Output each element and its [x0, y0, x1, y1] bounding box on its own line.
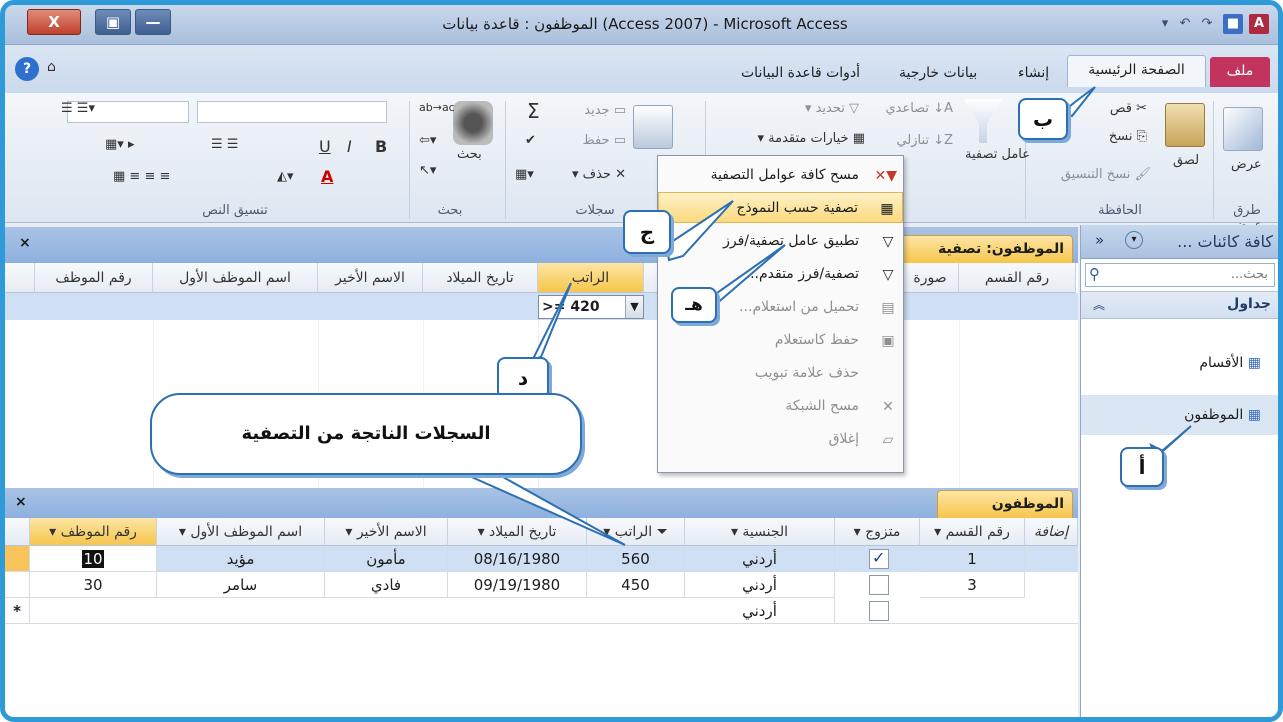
- callout-result-pointer: [444, 466, 626, 546]
- callout-h-pointer: [702, 244, 786, 307]
- callout-filter-results: السجلات الناتجة من التصفية: [150, 393, 582, 475]
- callout-b: ب: [1018, 98, 1068, 140]
- callout-pointers: [444, 86, 1192, 546]
- callout-j-pointer: [665, 200, 734, 262]
- callout-a: أ: [1120, 447, 1164, 487]
- app-window: X ▣ — الموظفون : قاعدة بيانات (Access 20…: [0, 0, 1283, 722]
- callout-d-pointer: [518, 282, 572, 364]
- callout-h: هـ: [671, 287, 717, 323]
- callout-j: ج: [623, 210, 671, 254]
